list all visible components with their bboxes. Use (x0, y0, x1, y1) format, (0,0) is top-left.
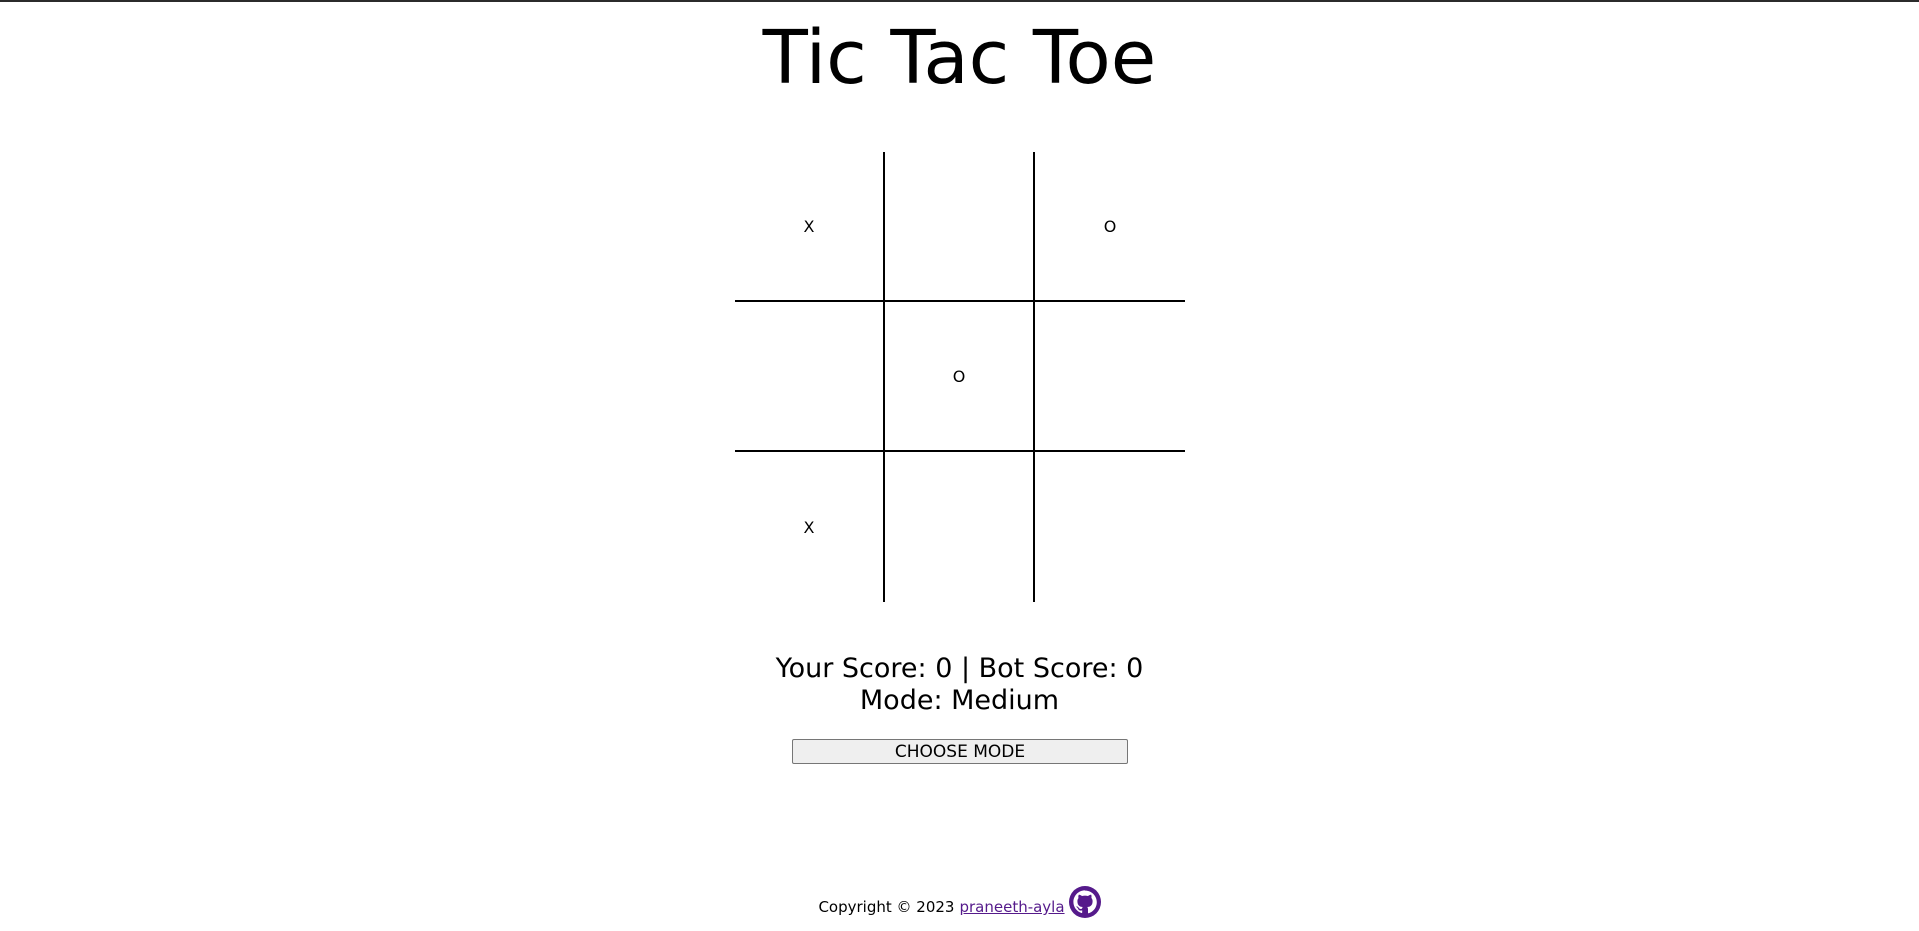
board-cell-7[interactable] (885, 452, 1035, 602)
scoreboard: Your Score: 0 | Bot Score: 0 Mode: Mediu… (0, 653, 1919, 717)
choose-mode-button[interactable]: CHOOSE MODE (792, 739, 1128, 764)
copyright-text: Copyright © 2023 (818, 898, 955, 916)
top-border (0, 0, 1919, 2)
game-board: X O O X (735, 152, 1185, 602)
board-cell-3[interactable] (735, 302, 885, 452)
board-cell-5[interactable] (1035, 302, 1185, 452)
board-cell-8[interactable] (1035, 452, 1185, 602)
page-title: Tic Tac Toe (762, 15, 1157, 101)
board-cell-0[interactable]: X (735, 152, 885, 302)
board-cell-2[interactable]: O (1035, 152, 1185, 302)
board-cell-4[interactable]: O (885, 302, 1035, 452)
board-cell-1[interactable] (885, 152, 1035, 302)
github-icon[interactable] (1068, 886, 1101, 918)
footer: Copyright © 2023 praneeth-ayla (0, 886, 1919, 923)
mode-text: Mode: Medium (859, 685, 1060, 716)
board-cell-6[interactable]: X (735, 452, 885, 602)
page: Tic Tac Toe X O O X Your Score: 0 | Bot … (0, 0, 1919, 931)
score-text: Your Score: 0 | Bot Score: 0 (775, 653, 1144, 684)
author-link[interactable]: praneeth-ayla (959, 898, 1064, 916)
